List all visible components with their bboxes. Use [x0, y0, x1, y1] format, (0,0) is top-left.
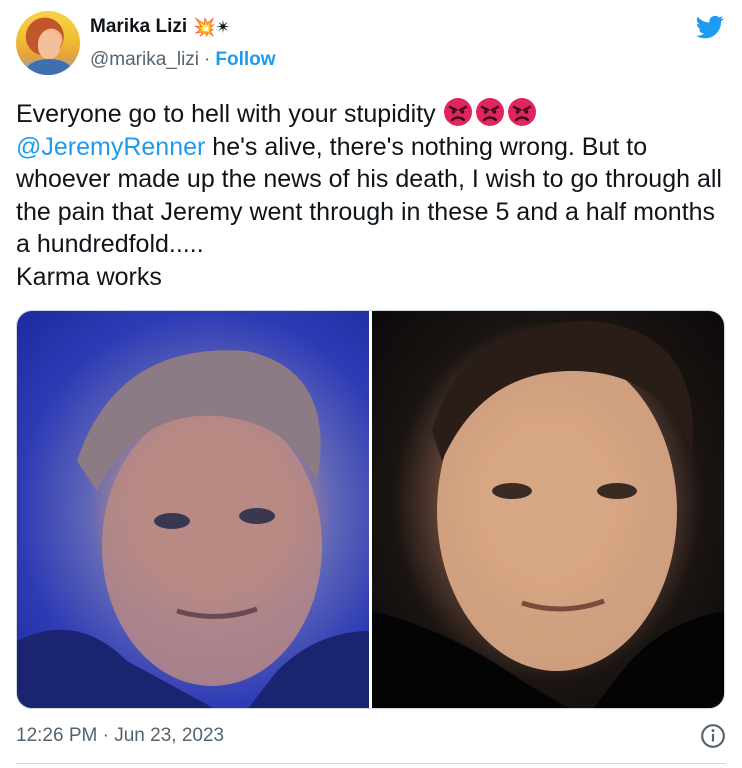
tweet-line-last: Karma works [16, 262, 162, 291]
avatar-shoulder [26, 59, 72, 75]
author-handle[interactable]: @marika_lizi [90, 49, 199, 71]
tweet-line-1: Everyone go to hell with your stupidity [16, 100, 436, 128]
tweet-card: Marika Lizi 💥✴ @marika_lizi · Follow Eve… [0, 0, 742, 768]
photo-left-art [17, 350, 369, 708]
timestamp[interactable]: 12:26 PM · Jun 23, 2023 [16, 725, 224, 747]
angry-face-icon [507, 98, 536, 126]
avatar-face [38, 31, 60, 59]
author-handle-line: @marika_lizi · Follow [90, 48, 276, 72]
angry-face-icon [443, 98, 472, 126]
tweet-media [16, 310, 725, 709]
separator-dot: · [204, 49, 211, 70]
photo-left[interactable] [17, 311, 369, 708]
name-emoji-badge: 💥✴ [193, 17, 231, 37]
twitter-bird-icon[interactable] [694, 13, 726, 41]
tweet-header: Marika Lizi 💥✴ @marika_lizi · Follow [16, 11, 726, 77]
photo-right[interactable] [372, 311, 724, 708]
avatar[interactable] [16, 11, 80, 75]
tweet-footer: 12:26 PM · Jun 23, 2023 [16, 722, 726, 750]
photo-right-art [372, 321, 724, 708]
divider [16, 763, 726, 764]
author-display-name[interactable]: Marika Lizi [90, 16, 187, 38]
follow-button[interactable]: Follow [215, 49, 275, 71]
tweet-body: Everyone go to hell with your stupidity … [16, 97, 722, 293]
mention-link[interactable]: @JeremyRenner [16, 133, 205, 161]
info-icon[interactable] [700, 723, 726, 749]
angry-face-icon [475, 98, 504, 126]
author-name-line: Marika Lizi 💥✴ [90, 15, 231, 39]
